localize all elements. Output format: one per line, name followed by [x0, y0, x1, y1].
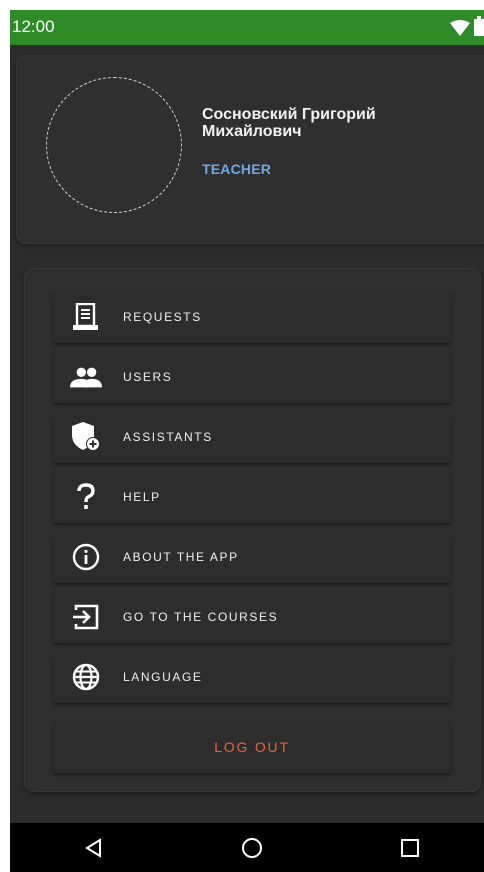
menu-item-about[interactable]: ABOUT THE APP	[53, 531, 451, 583]
shield-add-icon	[70, 421, 102, 453]
menu-item-language[interactable]: LANGUAGE	[53, 651, 451, 703]
back-triangle-icon	[85, 837, 101, 858]
navigation-bar	[10, 823, 484, 872]
back-button[interactable]	[64, 823, 124, 872]
profile-name: Сосновский Григорий Михайлович	[202, 106, 376, 140]
battery-icon	[474, 16, 484, 36]
menu-item-label: ASSISTANTS	[123, 430, 213, 444]
menu-item-assistants[interactable]: ASSISTANTS	[53, 411, 451, 463]
question-mark-icon	[70, 481, 102, 513]
menu-item-requests[interactable]: REQUESTS	[53, 291, 451, 343]
status-bar: 12:00	[10, 10, 484, 45]
profile-role: TEACHER	[202, 161, 272, 177]
status-icons	[450, 16, 484, 36]
requests-document-icon	[70, 301, 102, 333]
recents-square-icon	[401, 838, 419, 857]
device-screen: 12:00 Сосновский Григорий Михайлович TEA…	[10, 10, 484, 872]
logout-label: LOG OUT	[214, 739, 290, 755]
users-icon	[70, 361, 102, 393]
wifi-icon	[450, 19, 470, 36]
info-icon	[70, 541, 102, 573]
menu-item-label: ABOUT THE APP	[123, 550, 239, 564]
recents-button[interactable]	[380, 823, 440, 872]
menu-item-label: GO TO THE COURSES	[123, 610, 279, 624]
home-circle-icon	[242, 837, 262, 858]
menu-item-label: HELP	[123, 490, 161, 504]
menu-item-label: USERS	[123, 370, 173, 384]
status-time: 12:00	[12, 17, 55, 36]
menu-item-help[interactable]: HELP	[53, 471, 451, 523]
menu-card: REQUESTS USERS ASSISTANTS HELP ABOUT THE…	[24, 268, 481, 792]
avatar[interactable]	[46, 77, 182, 213]
profile-card: Сосновский Григорий Михайлович TEACHER	[16, 55, 484, 244]
menu-item-label: LANGUAGE	[123, 670, 203, 684]
menu-item-courses[interactable]: GO TO THE COURSES	[53, 591, 451, 643]
home-button[interactable]	[222, 823, 282, 872]
menu-item-users[interactable]: USERS	[53, 351, 451, 403]
globe-icon	[70, 661, 102, 693]
login-arrow-icon	[70, 601, 102, 633]
logout-button[interactable]: LOG OUT	[53, 721, 451, 773]
menu-item-label: REQUESTS	[123, 310, 202, 324]
